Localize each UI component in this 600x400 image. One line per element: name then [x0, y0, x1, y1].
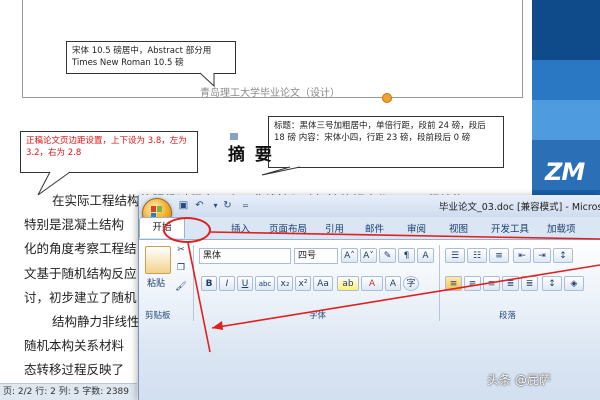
watermark-text: 头条 @屁萨	[487, 373, 551, 387]
red-annotation-arrows	[187, 231, 600, 353]
